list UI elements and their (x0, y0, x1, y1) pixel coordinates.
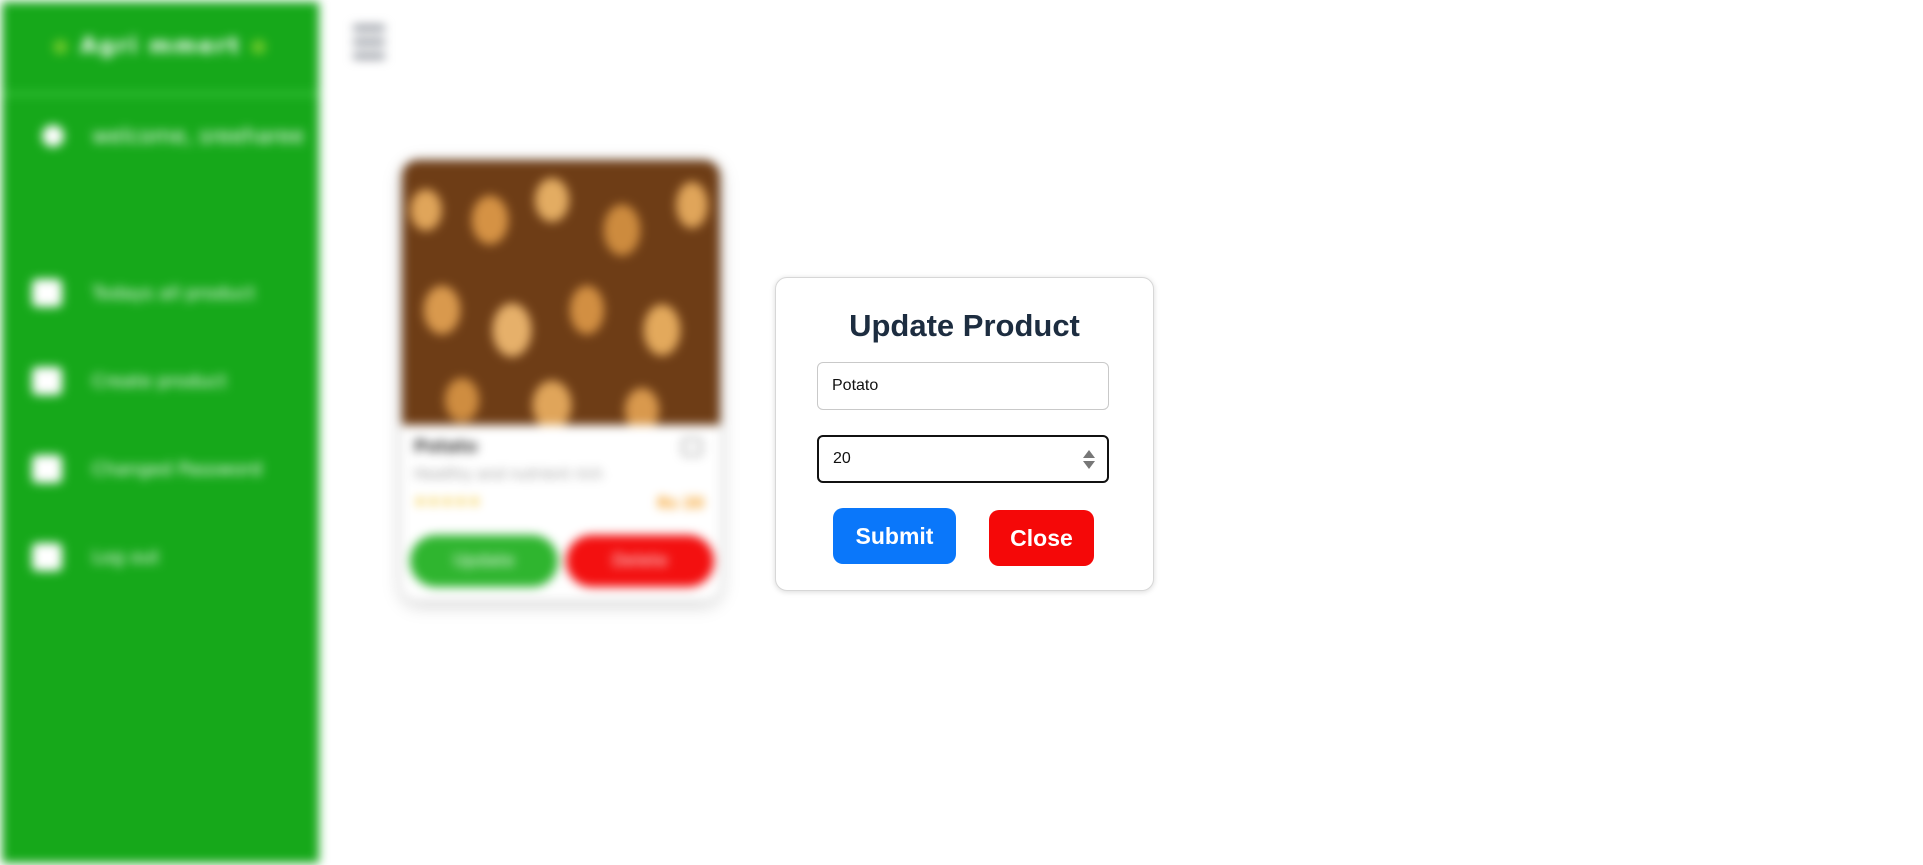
home-icon (32, 279, 62, 307)
quantity-stepper[interactable]: 20 (817, 435, 1109, 483)
leaf-icon: ✿ (250, 37, 269, 58)
user-icon (42, 125, 64, 147)
sidebar-item-todays-products[interactable]: Todays all product (32, 279, 255, 307)
leaf-icon: ✿ (52, 37, 71, 58)
update-product-modal: Update Product Potato 20 Submit Close (775, 277, 1154, 591)
product-name-value: Potato (832, 377, 879, 394)
sidebar-item-label: Todays all product (92, 282, 256, 304)
sidebar-item-label: Log out (92, 546, 160, 568)
sidebar-item-create-product[interactable]: Create product (32, 367, 227, 395)
close-button[interactable]: Close (989, 510, 1094, 566)
spinner-arrows-icon[interactable] (1083, 449, 1095, 469)
sidebar-item-label: Changed Password (92, 458, 263, 480)
brand-logo: ✿ Agri mmert ✿ (2, 34, 319, 59)
rating-stars: ★★★★★ (414, 494, 482, 510)
quantity-value: 20 (833, 450, 851, 467)
sidebar-divider (2, 92, 319, 96)
product-description: Healthy and nutrient rich (414, 465, 603, 483)
submit-button[interactable]: Submit (833, 508, 956, 564)
product-price: Rs 20 (657, 494, 704, 512)
modal-title: Update Product (849, 308, 1080, 343)
logout-icon (32, 543, 62, 571)
product-card: Potato Healthy and nutrient rich ★★★★★ R… (402, 160, 720, 600)
product-name-input[interactable]: Potato (817, 362, 1109, 410)
sidebar-item-logout[interactable]: Log out (32, 543, 159, 571)
lock-icon (32, 455, 62, 483)
cart-icon (32, 367, 62, 395)
welcome-message: welcome, sreeharee (42, 124, 304, 148)
delete-button[interactable]: Delete (566, 535, 714, 587)
hamburger-icon[interactable] (353, 25, 385, 59)
sidebar: ✿ Agri mmert ✿ welcome, sreeharee Todays a… (2, 2, 319, 863)
brand-name: Agri mmert (80, 34, 241, 59)
product-name: Potato (414, 437, 478, 457)
sidebar-item-change-password[interactable]: Changed Password (32, 455, 262, 483)
product-image (402, 160, 720, 425)
update-button[interactable]: Update (410, 535, 558, 587)
welcome-text: welcome, sreeharee (92, 124, 305, 148)
tag-icon (682, 438, 702, 456)
sidebar-item-label: Create product (92, 370, 227, 392)
